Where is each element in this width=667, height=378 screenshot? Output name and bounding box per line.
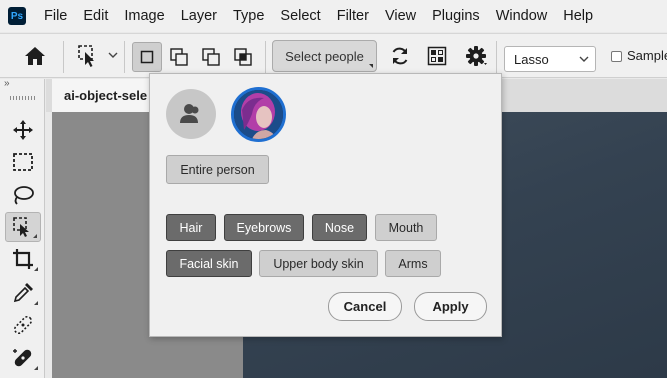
chevron-down-icon: [108, 52, 118, 58]
divider: [63, 41, 64, 73]
collapse-panel-icon[interactable]: »: [4, 79, 18, 89]
healing-brush-tool[interactable]: [5, 343, 41, 373]
healing-brush-icon: [13, 349, 32, 367]
tool-preset-chevron[interactable]: [106, 48, 120, 62]
tool-group-indicator-icon: [34, 366, 38, 370]
object-selection-tool-icon: [78, 45, 94, 67]
refresh-button[interactable]: [388, 44, 412, 68]
add-selection-icon: [170, 48, 188, 66]
photoshop-logo-icon: Ps: [8, 7, 26, 25]
part-hair-button[interactable]: Hair: [166, 214, 216, 241]
select-people-label: Select people: [285, 48, 364, 64]
subtract-selection-icon: [202, 48, 220, 66]
object-grid-icon: [427, 46, 447, 66]
crop-icon: [13, 249, 33, 269]
chevron-down-icon: [579, 56, 589, 62]
marquee-icon: [13, 153, 33, 171]
apply-button[interactable]: Apply: [414, 292, 487, 321]
menu-view[interactable]: View: [377, 0, 424, 32]
crop-tool[interactable]: [5, 244, 41, 274]
sample-all-layers-label: Sample: [627, 48, 667, 63]
tool-group-indicator-icon: [34, 301, 38, 305]
home-button[interactable]: [22, 44, 48, 68]
bandage-icon: [13, 315, 33, 335]
move-tool-icon: [13, 120, 33, 140]
spot-healing-brush-tool[interactable]: [5, 310, 41, 340]
dropdown-corner-icon: [369, 64, 373, 68]
add-to-selection-button[interactable]: [164, 42, 194, 72]
object-selection-tool[interactable]: [5, 212, 41, 242]
menu-window[interactable]: Window: [488, 0, 556, 32]
move-tool[interactable]: [5, 115, 41, 145]
menu-layer[interactable]: Layer: [173, 0, 225, 32]
menu-filter[interactable]: Filter: [329, 0, 377, 32]
lasso-tool[interactable]: [5, 180, 41, 210]
part-upper-body-skin-button[interactable]: Upper body skin: [259, 250, 378, 277]
person-icon: [180, 104, 199, 123]
settings-button[interactable]: [463, 44, 489, 68]
person-thumbnail[interactable]: [231, 87, 286, 142]
rectangular-marquee-tool[interactable]: [5, 147, 41, 177]
new-selection-icon: [140, 50, 154, 64]
document-tab[interactable]: ai-object-sele: [52, 79, 152, 112]
sample-all-layers-checkbox[interactable]: [611, 51, 622, 62]
person-portrait-icon: [234, 90, 283, 139]
part-eyebrows-button[interactable]: Eyebrows: [224, 214, 304, 241]
menu-type[interactable]: Type: [225, 0, 272, 32]
object-selection-icon: [13, 217, 29, 237]
menu-file[interactable]: File: [36, 0, 75, 32]
eyedropper-icon: [13, 283, 33, 303]
divider: [124, 41, 125, 73]
select-people-button[interactable]: Select people: [272, 40, 377, 72]
menu-help[interactable]: Help: [555, 0, 601, 32]
intersect-selection-button[interactable]: [228, 42, 258, 72]
tool-group-indicator-icon: [33, 234, 37, 238]
divider: [496, 41, 497, 73]
mode-dropdown[interactable]: Lasso: [504, 46, 596, 72]
intersect-selection-icon: [234, 48, 252, 66]
options-bar: Select people Lasso Sample: [0, 33, 667, 78]
tools-panel: »: [0, 79, 45, 378]
eyedropper-tool[interactable]: [5, 278, 41, 308]
menu-plugins[interactable]: Plugins: [424, 0, 488, 32]
part-facial-skin-button[interactable]: Facial skin: [166, 250, 252, 277]
lasso-icon: [14, 186, 34, 205]
divider: [265, 41, 266, 73]
tool-preset-picker[interactable]: [76, 42, 100, 70]
all-people-avatar[interactable]: [166, 89, 216, 139]
show-all-objects-button[interactable]: [425, 44, 449, 68]
new-selection-button[interactable]: [132, 42, 162, 72]
panel-grip[interactable]: [10, 96, 36, 100]
menu-select[interactable]: Select: [272, 0, 328, 32]
select-people-popup: Entire person Hair Eyebrows Nose Mouth F…: [149, 73, 502, 337]
part-mouth-button[interactable]: Mouth: [375, 214, 437, 241]
subtract-from-selection-button[interactable]: [196, 42, 226, 72]
menu-image[interactable]: Image: [116, 0, 172, 32]
menu-bar: Ps File Edit Image Layer Type Select Fil…: [0, 0, 667, 32]
menu-edit[interactable]: Edit: [75, 0, 116, 32]
cancel-button[interactable]: Cancel: [328, 292, 402, 321]
entire-person-button[interactable]: Entire person: [166, 155, 269, 184]
home-icon: [25, 47, 45, 65]
tool-group-indicator-icon: [34, 267, 38, 271]
refresh-icon: [392, 47, 408, 65]
mode-dropdown-value: Lasso: [514, 51, 549, 67]
part-arms-button[interactable]: Arms: [385, 250, 441, 277]
part-nose-button[interactable]: Nose: [312, 214, 367, 241]
gear-icon: [466, 46, 487, 66]
